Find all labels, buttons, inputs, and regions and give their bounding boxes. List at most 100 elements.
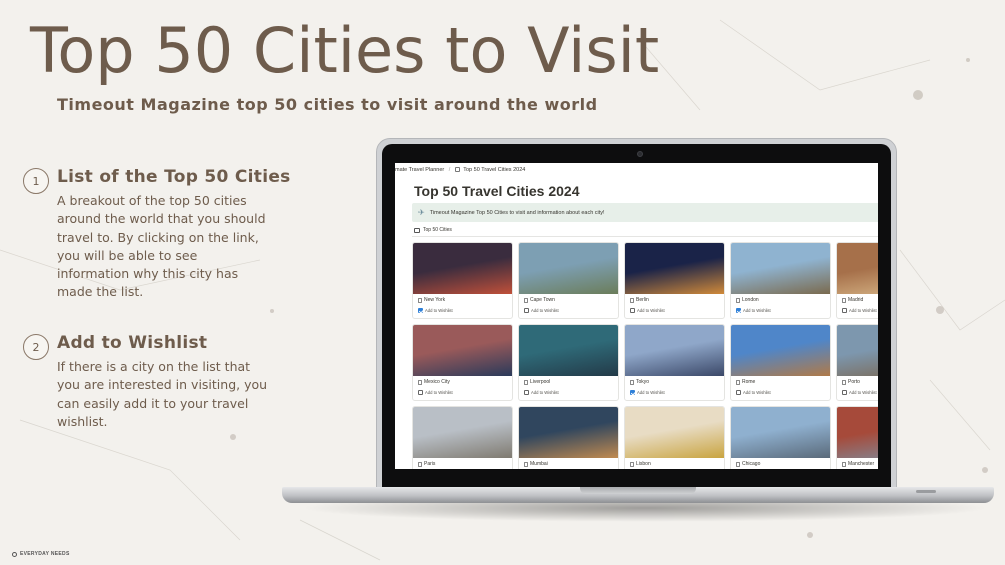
city-photo[interactable] (519, 325, 618, 376)
step-number-badge: 1 (23, 168, 49, 194)
city-card[interactable]: Tokyo Add to Wishlist (624, 324, 725, 401)
city-name: Madrid (848, 297, 864, 303)
city-name-link[interactable]: New York (418, 297, 445, 303)
city-name-link[interactable]: Rome (736, 379, 755, 385)
wishlist-label: Add to Wishlist (637, 308, 665, 313)
city-name: Rome (742, 379, 756, 385)
checkbox-checked[interactable] (418, 308, 423, 313)
breadcrumb-item[interactable]: mate Travel Planner (395, 167, 444, 173)
city-name: London (742, 297, 759, 303)
feature-description: A breakout of the top 50 cities around t… (57, 193, 266, 300)
city-photo[interactable] (413, 243, 512, 294)
city-name-link[interactable]: Manchester (842, 461, 874, 467)
page-link-icon (454, 167, 460, 172)
wishlist-checkbox-row[interactable]: Add to Wishlist (418, 308, 453, 313)
wishlist-checkbox-row[interactable]: Add to Wishlist (842, 390, 877, 395)
wishlist-checkbox-row[interactable]: Add to Wishlist (736, 308, 771, 313)
city-card[interactable]: Madrid Add to Wishlist (836, 242, 878, 319)
page-icon (736, 461, 740, 467)
city-card[interactable]: ManchesterAdd to Wishlist (836, 406, 878, 469)
city-name-link[interactable]: Mumbai (524, 461, 548, 467)
city-name-link[interactable]: London (736, 297, 759, 303)
page-icon (736, 297, 740, 303)
city-photo[interactable] (519, 407, 618, 458)
callout-block: ✈ Timeout Magazine Top 50 Cities to visi… (412, 203, 878, 222)
city-photo[interactable] (731, 407, 830, 458)
page-icon (418, 297, 422, 303)
page-icon (630, 379, 634, 385)
city-name-link[interactable]: Porto (842, 379, 860, 385)
city-photo[interactable] (837, 243, 878, 294)
city-name-link[interactable]: Liverpool (524, 379, 550, 385)
city-name-link[interactable]: Paris (418, 461, 435, 467)
page-icon (418, 379, 422, 385)
city-card[interactable]: Rome Add to Wishlist (730, 324, 831, 401)
city-name: Porto (848, 379, 860, 385)
city-name-link[interactable]: Madrid (842, 297, 863, 303)
city-card[interactable]: Liverpool Add to Wishlist (518, 324, 619, 401)
city-card[interactable]: LisbonAdd to Wishlist (624, 406, 725, 469)
city-name: Manchester (848, 461, 875, 467)
city-photo[interactable] (625, 407, 724, 458)
wishlist-label: Add to Wishlist (531, 308, 559, 313)
city-photo[interactable] (413, 325, 512, 376)
checkbox-unchecked[interactable] (842, 390, 847, 395)
city-name-link[interactable]: Chicago (736, 461, 760, 467)
page-title: Top 50 Cities to Visit (30, 14, 660, 87)
page-icon (736, 379, 740, 385)
wishlist-checkbox-row[interactable]: Add to Wishlist (630, 390, 665, 395)
page-subtitle: Timeout Magazine top 50 cities to visit … (57, 95, 598, 114)
city-photo[interactable] (625, 243, 724, 294)
city-card[interactable]: ParisAdd to Wishlist (412, 406, 513, 469)
wishlist-checkbox-row[interactable]: Add to Wishlist (524, 390, 559, 395)
wishlist-label: Add to Wishlist (637, 390, 665, 395)
city-photo[interactable] (837, 325, 878, 376)
city-card[interactable]: Mexico City Add to Wishlist (412, 324, 513, 401)
feature-description: If there is a city on the list that you … (57, 359, 268, 429)
wishlist-checkbox-row[interactable]: Add to Wishlist (842, 308, 877, 313)
page-icon (842, 379, 846, 385)
city-name: Lisbon (636, 461, 651, 467)
city-name: Mexico City (424, 379, 450, 385)
city-photo[interactable] (519, 243, 618, 294)
city-photo[interactable] (837, 407, 878, 458)
checkbox-unchecked[interactable] (630, 308, 635, 313)
city-card[interactable]: ChicagoAdd to Wishlist (730, 406, 831, 469)
tab-top-50-cities[interactable]: Top 50 Cities (414, 227, 452, 233)
page-icon (524, 297, 528, 303)
checkbox-checked[interactable] (736, 308, 741, 313)
checkbox-unchecked[interactable] (736, 390, 741, 395)
step-number-badge: 2 (23, 334, 49, 360)
wishlist-checkbox-row[interactable]: Add to Wishlist (630, 308, 665, 313)
checkbox-unchecked[interactable] (842, 308, 847, 313)
wishlist-checkbox-row[interactable]: Add to Wishlist (418, 390, 453, 395)
city-name-link[interactable]: Cape Town (524, 297, 555, 303)
airplane-icon: ✈ (418, 208, 425, 217)
wishlist-checkbox-row[interactable]: Add to Wishlist (524, 308, 559, 313)
city-name: Tokyo (636, 379, 650, 385)
city-card[interactable]: Porto Add to Wishlist (836, 324, 878, 401)
feature-heading: Add to Wishlist (57, 333, 208, 353)
city-photo[interactable] (731, 243, 830, 294)
city-name-link[interactable]: Tokyo (630, 379, 649, 385)
wishlist-checkbox-row[interactable]: Add to Wishlist (736, 390, 771, 395)
checkbox-unchecked[interactable] (524, 390, 529, 395)
city-name-link[interactable]: Mexico City (418, 379, 450, 385)
breadcrumb-item[interactable]: Top 50 Travel Cities 2024 (463, 167, 525, 173)
checkbox-unchecked[interactable] (418, 390, 423, 395)
city-card[interactable]: Berlin Add to Wishlist (624, 242, 725, 319)
wishlist-label: Add to Wishlist (743, 390, 771, 395)
city-name-link[interactable]: Berlin (630, 297, 649, 303)
city-card[interactable]: London Add to Wishlist (730, 242, 831, 319)
city-name-link[interactable]: Lisbon (630, 461, 651, 467)
city-photo[interactable] (625, 325, 724, 376)
checkbox-unchecked[interactable] (524, 308, 529, 313)
city-photo[interactable] (413, 407, 512, 458)
city-name: Mumbai (530, 461, 548, 467)
checkbox-checked[interactable] (630, 390, 635, 395)
city-card[interactable]: MumbaiAdd to Wishlist (518, 406, 619, 469)
city-card[interactable]: New York Add to Wishlist (412, 242, 513, 319)
city-photo[interactable] (731, 325, 830, 376)
wishlist-label: Add to Wishlist (849, 390, 877, 395)
city-card[interactable]: Cape Town Add to Wishlist (518, 242, 619, 319)
